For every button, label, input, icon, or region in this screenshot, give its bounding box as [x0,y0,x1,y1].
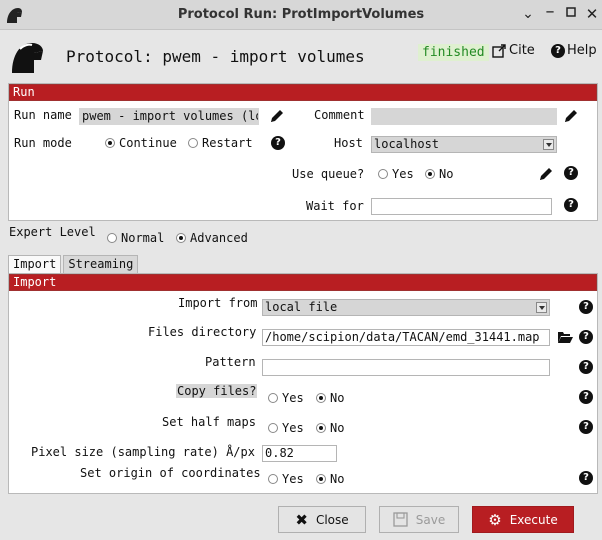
files-directory-input[interactable]: /home/scipion/data/TACAN/emd_31441.map [262,329,550,346]
radio-selected-icon [425,169,435,179]
queue-help-icon[interactable]: ? [564,166,578,180]
run-mode-continue-radio[interactable]: Continue [105,136,177,150]
import-section: Import Import from local file ? Files di… [8,273,598,494]
help-icon: ? [551,43,565,58]
use-queue-label: Use queue? [292,167,365,181]
run-mode-help-icon[interactable]: ? [271,136,285,150]
cite-button[interactable]: Cite [492,43,535,58]
expert-advanced-radio[interactable]: Advanced [176,231,248,245]
protocol-header: Protocol: pwem - import volumes finished… [0,30,602,80]
title-bar: Protocol Run: ProtImportVolumes ⌄ – ✕ [0,0,602,30]
cite-label: Cite [509,43,535,58]
copy-files-no-radio[interactable]: No [316,391,344,405]
origin-no-radio[interactable]: No [316,472,344,486]
close-window-icon[interactable]: ✕ [584,6,600,22]
use-queue-yes-radio[interactable]: Yes [378,167,414,181]
run-mode-restart-radio[interactable]: Restart [188,136,253,150]
radio-selected-icon [176,233,186,243]
run-section-title: Run [9,84,597,101]
radio-selected-icon [105,138,115,148]
execute-button[interactable]: ⚙ Execute [472,506,574,533]
set-origin-label: Set origin of coordinates [80,466,261,480]
radio-empty-icon [268,423,278,433]
tab-import[interactable]: Import [8,255,62,273]
comment-label: Comment [314,108,365,122]
expert-level-label: Expert Level [9,225,96,239]
host-label: Host [334,136,363,150]
save-icon [393,512,408,527]
half-maps-no-radio[interactable]: No [316,421,344,435]
comment-pencil-icon[interactable] [563,108,579,124]
import-from-help-icon[interactable]: ? [579,300,593,314]
copy-files-help-icon[interactable]: ? [579,390,593,404]
radio-selected-icon [316,423,326,433]
import-section-title: Import [9,274,597,291]
radio-selected-icon [316,393,326,403]
queue-pencil-icon[interactable] [538,166,554,182]
tab-streaming[interactable]: Streaming [63,255,139,273]
protocol-title: Protocol: pwem - import volumes [66,47,365,66]
window-title: Protocol Run: ProtImportVolumes [177,7,425,22]
run-mode-label: Run mode [14,136,72,150]
close-button[interactable]: ✖ Close [278,506,366,533]
copy-files-yes-radio[interactable]: Yes [268,391,304,405]
files-directory-help-icon[interactable]: ? [579,330,593,344]
wait-for-label: Wait for [306,199,364,213]
help-label: Help [567,43,597,58]
pattern-input[interactable] [262,359,550,376]
run-name-label: Run name [14,108,72,122]
files-directory-label: Files directory [148,325,257,339]
use-queue-no-radio[interactable]: No [425,167,453,181]
pattern-help-icon[interactable]: ? [579,360,593,374]
external-link-icon [492,43,506,58]
chevron-down-icon [536,302,547,313]
host-select[interactable]: localhost [371,136,557,153]
radio-empty-icon [378,169,388,179]
status-badge: finished [418,44,489,61]
save-button[interactable]: Save [379,506,459,533]
radio-empty-icon [188,138,198,148]
gears-icon: ⚙ [488,510,502,529]
copy-files-label: Copy files? [176,384,258,398]
import-from-select[interactable]: local file [262,299,550,316]
pixel-size-input[interactable]: 0.82 [262,445,337,462]
folder-open-icon[interactable] [557,330,573,344]
pixel-size-label: Pixel size (sampling rate) Å/px [31,445,255,459]
maximize-icon[interactable] [563,6,579,22]
comment-input[interactable] [371,108,557,125]
pattern-label: Pattern [205,355,256,369]
expert-normal-radio[interactable]: Normal [107,231,164,245]
radio-empty-icon [107,233,117,243]
set-half-maps-label: Set half maps [162,415,256,429]
tab-bar: Import Streaming [8,255,139,273]
origin-help-icon[interactable]: ? [579,471,593,485]
close-icon: ✖ [295,510,308,529]
origin-yes-radio[interactable]: Yes [268,472,304,486]
radio-empty-icon [268,474,278,484]
scipion-logo-icon [12,43,43,73]
chevron-down-icon[interactable]: ⌄ [520,6,536,22]
run-name-input[interactable]: pwem - import volumes (loc [79,108,259,125]
chevron-down-icon [543,139,554,150]
import-from-label: Import from [178,296,258,310]
pencil-icon[interactable] [269,108,285,124]
wait-for-help-icon[interactable]: ? [564,198,578,212]
half-maps-help-icon[interactable]: ? [579,420,593,434]
wait-for-input[interactable] [371,198,552,215]
radio-empty-icon [268,393,278,403]
minimize-icon[interactable]: – [542,3,558,22]
half-maps-yes-radio[interactable]: Yes [268,421,304,435]
radio-selected-icon [316,474,326,484]
help-button[interactable]: ? Help [551,43,597,58]
run-section: Run Run name pwem - import volumes (loc … [8,83,598,221]
